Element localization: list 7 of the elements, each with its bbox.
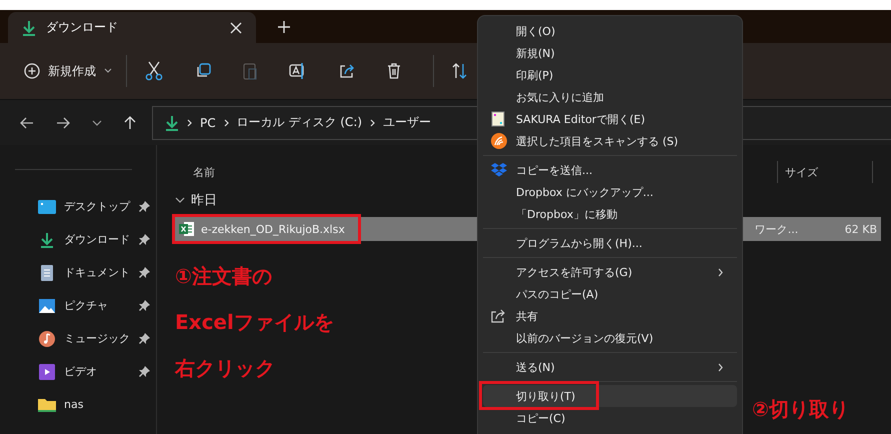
file-name: e-zekken_OD_RikujoB.xlsx xyxy=(201,222,345,236)
file-type: ワーク... xyxy=(754,222,800,236)
annotation-text: Excelファイルを xyxy=(175,309,334,336)
annotation-text: 右クリック xyxy=(175,355,275,382)
file-size: 62 KB xyxy=(844,222,878,236)
annotation-text: ①注文書の xyxy=(175,263,272,290)
annotation-text: ②切り取り xyxy=(752,396,849,423)
